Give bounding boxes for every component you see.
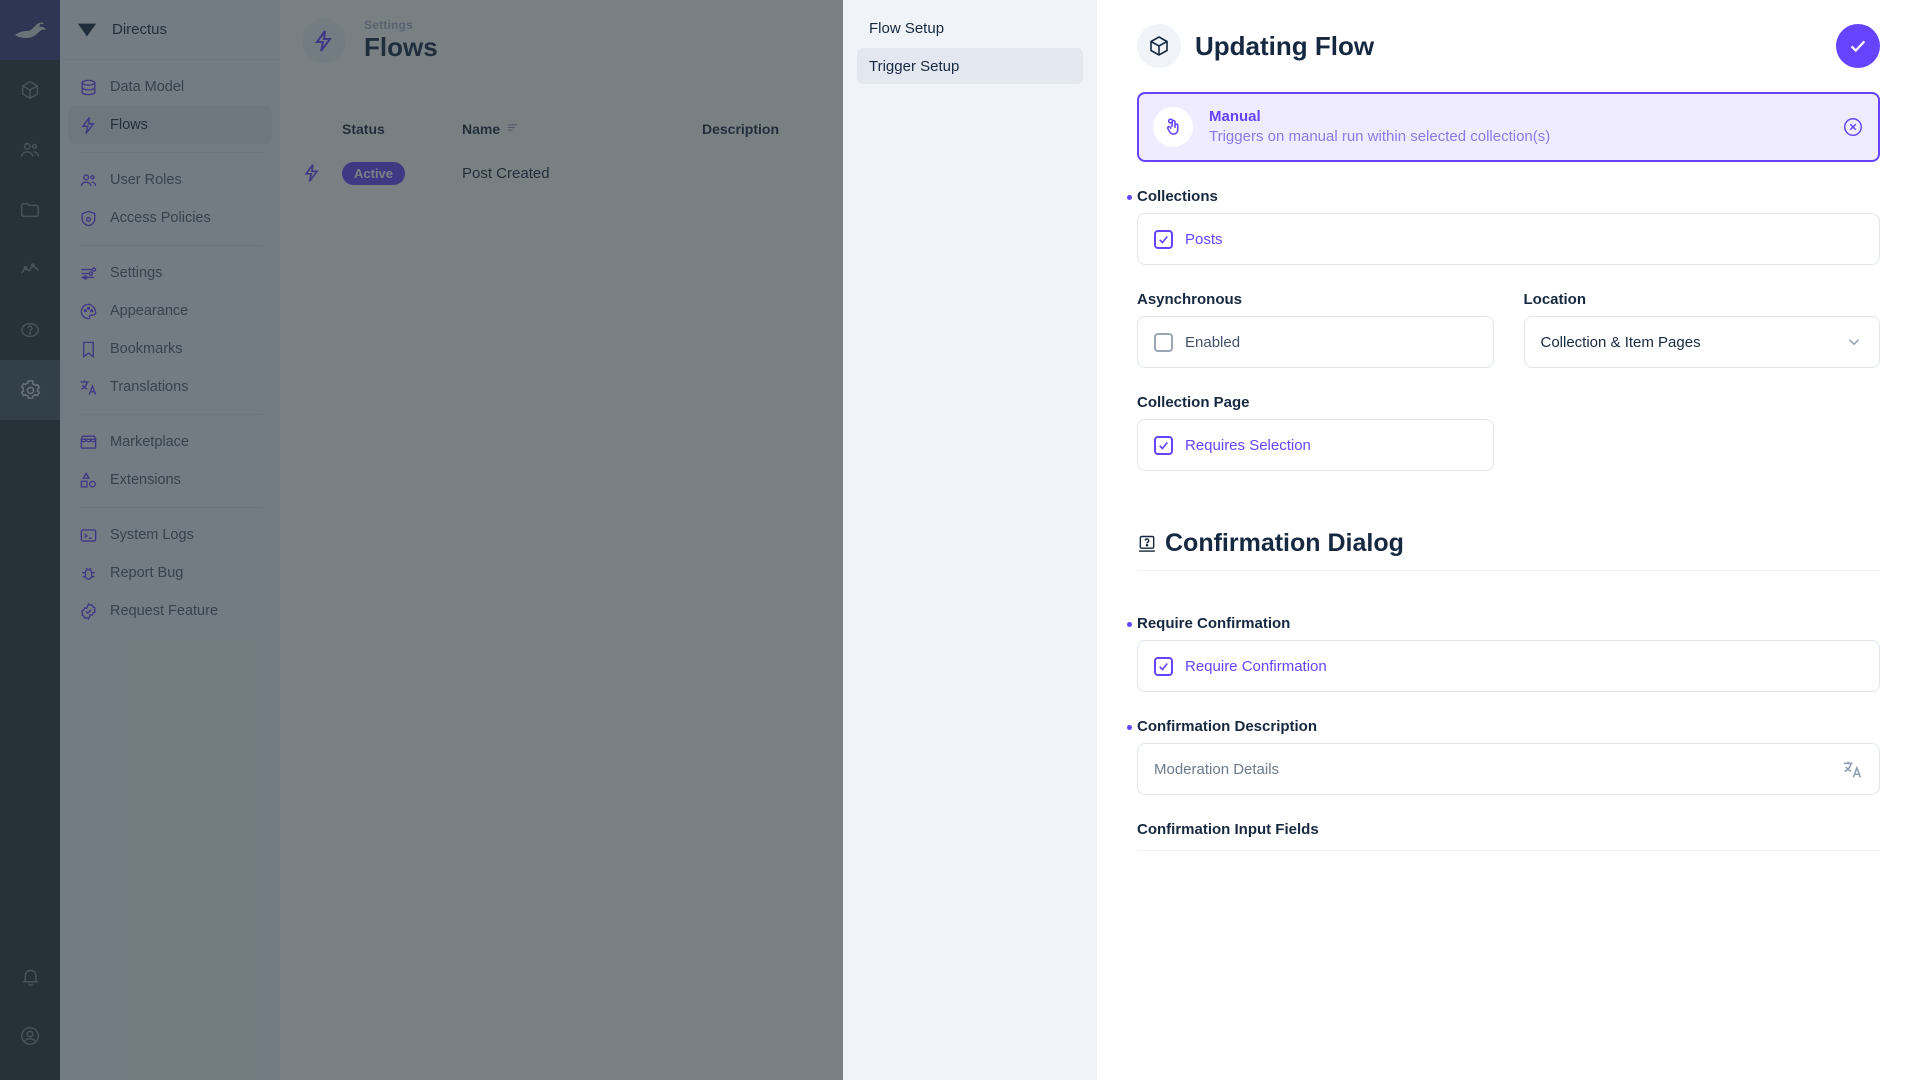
checkbox-require-confirmation[interactable] <box>1154 657 1173 676</box>
translate-icon[interactable] <box>1842 759 1863 780</box>
collection-page-field[interactable]: Requires Selection <box>1137 419 1494 471</box>
drawer-title: Updating Flow <box>1195 31 1374 62</box>
confirmation-input-fields-divider <box>1137 850 1880 851</box>
location-select[interactable]: Collection & Item Pages <box>1524 316 1881 368</box>
trigger-texts: Manual Triggers on manual run within sel… <box>1209 107 1550 148</box>
drawer-header: Updating Flow <box>1137 0 1880 92</box>
cube-icon <box>1137 24 1181 68</box>
asynchronous-column: Asynchronous Enabled <box>1137 265 1494 368</box>
location-label: Location <box>1524 291 1881 308</box>
collection-page-spacer <box>1524 368 1881 471</box>
checkbox-requires-selection[interactable] <box>1154 436 1173 455</box>
collections-label: Collections <box>1137 188 1880 205</box>
check-icon <box>1157 660 1170 673</box>
dialog-question-icon <box>1137 534 1157 554</box>
confirmation-dialog-title: Confirmation Dialog <box>1165 529 1404 558</box>
collections-option-label: Posts <box>1185 231 1223 248</box>
manual-touch-icon <box>1153 107 1193 147</box>
check-icon <box>1847 35 1869 57</box>
require-confirmation-option-label: Require Confirmation <box>1185 658 1327 675</box>
trigger-name: Manual <box>1209 107 1550 127</box>
check-icon <box>1157 233 1170 246</box>
drawer-nav-label: Trigger Setup <box>869 58 959 75</box>
confirmation-description-placeholder: Moderation Details <box>1154 761 1279 778</box>
check-icon <box>1157 439 1170 452</box>
collection-page-column: Collection Page Requires Selection <box>1137 368 1494 471</box>
confirmation-dialog-heading: Confirmation Dialog <box>1137 529 1880 558</box>
drawer-nav-item-trigger-setup[interactable]: Trigger Setup <box>857 48 1083 84</box>
checkbox-enabled[interactable] <box>1154 333 1173 352</box>
asynchronous-field[interactable]: Enabled <box>1137 316 1494 368</box>
confirmation-description-field[interactable]: Moderation Details <box>1137 743 1880 795</box>
confirmation-description-label: Confirmation Description <box>1137 718 1880 735</box>
asynchronous-label: Asynchronous <box>1137 291 1494 308</box>
drawer-nav-label: Flow Setup <box>869 20 944 37</box>
location-column: Location Collection & Item Pages <box>1524 265 1881 368</box>
trigger-setup-drawer: Flow Setup Trigger Setup Updating Flow <box>843 0 1920 1080</box>
app-root: Directus Data Model Flows User Roles <box>0 0 1920 1080</box>
close-circle-icon[interactable] <box>1842 116 1864 138</box>
chevron-down-icon <box>1845 333 1863 351</box>
require-confirmation-field[interactable]: Require Confirmation <box>1137 640 1880 692</box>
require-confirmation-label: Require Confirmation <box>1137 615 1880 632</box>
checkbox-posts[interactable] <box>1154 230 1173 249</box>
trigger-card[interactable]: Manual Triggers on manual run within sel… <box>1137 92 1880 162</box>
drawer-nav-item-flow-setup[interactable]: Flow Setup <box>857 10 1083 46</box>
asynchronous-option-label: Enabled <box>1185 334 1240 351</box>
drawer-body: Updating Flow Manual Triggers on manual … <box>1097 0 1920 1080</box>
collection-page-row: Collection Page Requires Selection <box>1137 368 1880 471</box>
collection-page-label: Collection Page <box>1137 394 1494 411</box>
async-location-row: Asynchronous Enabled Location Collection… <box>1137 265 1880 368</box>
drawer-nav: Flow Setup Trigger Setup <box>843 0 1097 1080</box>
location-select-value: Collection & Item Pages <box>1541 334 1701 351</box>
collections-field[interactable]: Posts <box>1137 213 1880 265</box>
section-divider <box>1137 570 1880 571</box>
collection-page-option-label: Requires Selection <box>1185 437 1311 454</box>
confirmation-input-fields-label: Confirmation Input Fields <box>1137 821 1880 838</box>
trigger-description: Triggers on manual run within selected c… <box>1209 127 1550 147</box>
save-button[interactable] <box>1836 24 1880 68</box>
